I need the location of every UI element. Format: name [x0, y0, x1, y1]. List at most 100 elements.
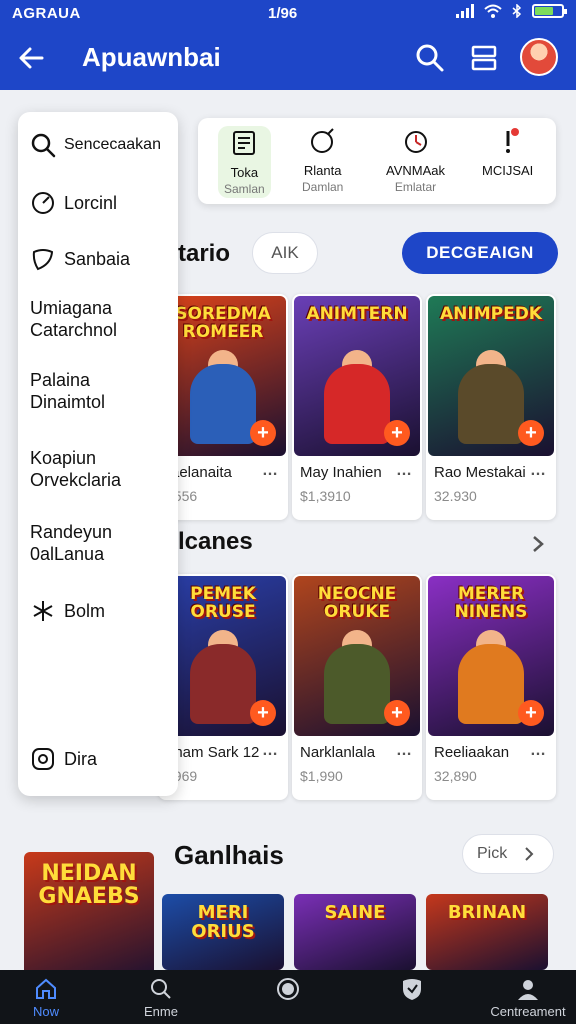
timer-icon — [404, 131, 427, 153]
character — [458, 364, 524, 444]
download-icon[interactable]: + — [384, 420, 410, 446]
game-cover[interactable]: BRINAN — [426, 894, 548, 970]
pick-button[interactable]: Pick — [462, 834, 554, 874]
game-price: 32,890 — [434, 768, 477, 784]
section-title: Ganlhais — [174, 840, 284, 870]
more-icon[interactable]: … — [262, 462, 278, 480]
chevron-right-icon[interactable] — [528, 534, 548, 554]
drawer-item-bolm[interactable]: Bolm — [30, 598, 105, 624]
game-logo: SAINE — [324, 902, 386, 923]
character — [324, 644, 390, 724]
category-rlanta[interactable]: Rlanta Damlan — [302, 126, 343, 194]
drawer-search-label: Sencecaakan — [64, 136, 161, 153]
nav-shield[interactable] — [398, 976, 426, 1004]
shield-icon — [403, 979, 421, 1000]
category-sub: Damlan — [302, 180, 344, 194]
status-bar: AGRAUA 1/96 — [0, 0, 576, 28]
drawer-label-2: Orvekclaria — [30, 469, 122, 490]
arrow-left-icon[interactable] — [16, 42, 48, 74]
drawer-label-2: Dinaimtol — [30, 391, 106, 412]
board-icon — [233, 131, 256, 155]
game-logo: PEMEK ORUSE — [190, 584, 256, 622]
drawer-label: Lorcinl — [64, 192, 118, 213]
category-sub: Emlatar — [394, 180, 437, 194]
nav-label: Now — [32, 1004, 59, 1019]
ring-icon — [32, 748, 54, 770]
profile-icon — [518, 980, 538, 1000]
game-logo: MERER NINENS — [454, 584, 528, 622]
section-title: lcanes — [178, 528, 253, 555]
avatar[interactable] — [520, 38, 558, 76]
download-icon[interactable]: + — [518, 700, 544, 726]
nav-circle[interactable] — [274, 976, 302, 1004]
character — [190, 364, 256, 444]
category-mcijsai[interactable]: MCIJSAI — [482, 126, 533, 180]
controller-icon — [310, 128, 334, 153]
drawer-label-2: 0alLanua — [30, 543, 105, 564]
side-drawer: Sencecaakan Lorcinl Sanbaia Umiagana Cat… — [18, 112, 178, 796]
game-cover[interactable]: NEIDAN GNAEBS — [24, 852, 154, 982]
drawer-label: Sanbaia — [64, 248, 131, 269]
game-cover[interactable]: MERI ORIUS — [162, 894, 284, 970]
drawer-item-umiagana[interactable]: Umiagana Catarchnol — [30, 298, 117, 341]
app-title: Apuawnbai — [82, 42, 221, 72]
game-card[interactable]: ANIMTERN + May Inahien … $1,3910 — [292, 294, 422, 520]
drawer-search[interactable]: Sencecaakan — [30, 132, 161, 158]
drawer-item-koapiun[interactable]: Koapiun Orvekclaria — [30, 448, 121, 491]
game-logo: BRINAN — [447, 902, 527, 923]
category-label: MCIJSAI — [482, 163, 534, 178]
drawer-label: Dira — [64, 748, 98, 769]
drawer-item-dira[interactable]: Dira — [30, 746, 97, 772]
character — [458, 644, 524, 724]
filter-chip[interactable]: AIK — [252, 232, 318, 274]
game-logo: NEIDAN GNAEBS — [38, 861, 140, 910]
category-label: Toka — [230, 165, 259, 180]
drawer-item-lorcinl[interactable]: Lorcinl — [30, 190, 117, 216]
clock: 1/96 — [268, 5, 298, 22]
more-icon[interactable]: … — [396, 462, 412, 480]
drawer-label: Umiagana — [30, 298, 113, 318]
more-icon[interactable]: … — [396, 742, 412, 760]
alert-icon — [505, 128, 519, 153]
search-icon[interactable] — [414, 42, 446, 74]
more-icon[interactable]: … — [262, 742, 278, 760]
game-title: aham Sark 12 — [166, 744, 260, 761]
nav-search[interactable]: Enme — [136, 976, 186, 1019]
download-icon[interactable]: + — [250, 420, 276, 446]
category-label: Rlanta — [303, 163, 342, 178]
game-cover[interactable]: SAINE — [294, 894, 416, 970]
drawer-label: Randeyun — [30, 522, 113, 542]
drawer-item-palaina[interactable]: Palaina Dinaimtol — [30, 370, 105, 413]
drawer-label-2: Catarchnol — [30, 319, 118, 340]
nav-label: Centreament — [490, 1004, 566, 1019]
category-avnmaak[interactable]: AVNMAak Emlatar — [386, 126, 445, 194]
game-logo: MERI ORIUS — [191, 902, 255, 942]
game-logo: ANIMTERN — [306, 304, 408, 324]
drawer-label: Palaina — [30, 370, 91, 390]
grid-icon[interactable] — [468, 42, 500, 74]
character — [324, 364, 390, 444]
nav-profile[interactable]: Centreament — [486, 976, 570, 1019]
drawer-item-sanbaia[interactable]: Sanbaia — [30, 246, 130, 272]
download-icon[interactable]: + — [250, 700, 276, 726]
game-card[interactable]: ANIMPEDK + Rao Mestakai… 32.930 — [426, 294, 556, 520]
download-icon[interactable]: + — [518, 420, 544, 446]
game-card[interactable]: NEOCNE ORUKE + Narklanlala … $1,990 — [292, 574, 422, 800]
battery-icon — [532, 4, 567, 18]
category-strip: Toka Samlan Rlanta Damlan AVNMAak Emlata… — [198, 118, 556, 204]
more-icon[interactable]: … — [530, 742, 546, 760]
game-title: Narklanlala — [300, 744, 376, 761]
drawer-item-randeyun[interactable]: Randeyun 0alLanua — [30, 522, 112, 565]
game-card[interactable]: MERER NINENS + Reeliaakan … 32,890 — [426, 574, 556, 800]
status-icons — [456, 4, 567, 18]
search-icon — [31, 133, 56, 158]
download-icon[interactable]: + — [384, 700, 410, 726]
search-icon — [151, 979, 171, 999]
game-logo: ANIMPEDK — [440, 304, 542, 324]
clock-icon — [32, 192, 54, 214]
nav-home[interactable]: Now — [24, 976, 68, 1019]
more-icon[interactable]: … — [530, 462, 546, 480]
primary-filter-button[interactable]: DECGEAIGN — [402, 232, 558, 274]
category-toka[interactable]: Toka Samlan — [218, 126, 271, 198]
category-sub: Samlan — [224, 182, 265, 196]
